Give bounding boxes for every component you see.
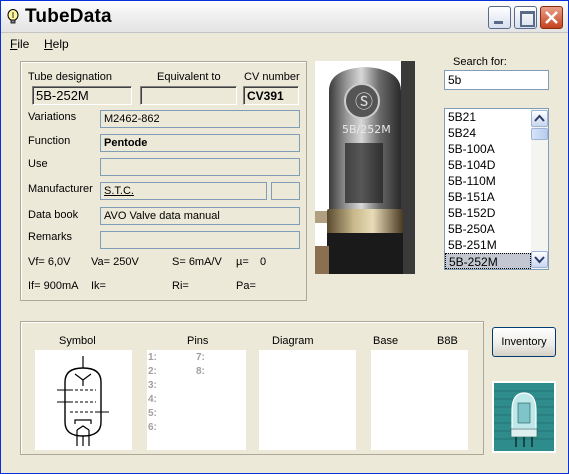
pin-label: 4: bbox=[148, 394, 157, 405]
use-field[interactable] bbox=[100, 158, 300, 176]
close-button[interactable] bbox=[540, 6, 563, 29]
svg-text:Ⓢ: Ⓢ bbox=[355, 92, 373, 113]
ik-value: Ik= bbox=[91, 280, 106, 292]
mu-label: µ= bbox=[236, 256, 249, 268]
pin-label: 5: bbox=[148, 408, 157, 419]
s-value: S= 6mA/V bbox=[172, 256, 222, 268]
list-item[interactable]: 5B-152D bbox=[445, 205, 531, 221]
scroll-up-button[interactable] bbox=[531, 110, 548, 127]
pa-value: Pa= bbox=[236, 280, 256, 292]
base-label: Base bbox=[373, 335, 399, 347]
ri-value: Ri= bbox=[172, 280, 189, 292]
diagram-label: Diagram bbox=[272, 335, 314, 347]
cv-number-label: CV number bbox=[244, 71, 300, 83]
pentode-symbol-icon bbox=[57, 356, 109, 446]
list-item[interactable]: 5B24 bbox=[445, 125, 531, 141]
list-item[interactable]: 5B-100A bbox=[445, 141, 531, 157]
diagram-box bbox=[259, 350, 356, 450]
manufacturer-field[interactable]: S.T.C. bbox=[100, 182, 267, 200]
scroll-down-button[interactable] bbox=[531, 251, 548, 268]
list-item[interactable]: 5B-250A bbox=[445, 221, 531, 237]
equivalent-label: Equivalent to bbox=[157, 71, 221, 83]
pin-label: 1: bbox=[148, 352, 157, 363]
manufacturer-extra-field[interactable] bbox=[271, 182, 300, 200]
pin-label: 7: bbox=[196, 352, 205, 363]
close-icon bbox=[545, 11, 558, 24]
use-label: Use bbox=[28, 158, 48, 170]
chevron-up-icon bbox=[534, 114, 545, 122]
equivalent-field[interactable] bbox=[140, 86, 237, 105]
va-value: Va= 250V bbox=[91, 256, 139, 268]
variations-label: Variations bbox=[28, 111, 77, 123]
manufacturer-label: Manufacturer bbox=[28, 183, 93, 195]
function-label: Function bbox=[28, 135, 71, 147]
tube-marking: 5B/252M bbox=[342, 123, 391, 136]
cv-number-field[interactable]: CV391 bbox=[243, 86, 299, 105]
inventory-button[interactable]: Inventory bbox=[492, 327, 556, 357]
if-value: If= 900mA bbox=[28, 280, 79, 292]
title-bar[interactable]: TubeData bbox=[1, 1, 568, 33]
databook-field[interactable]: AVO Valve data manual bbox=[100, 207, 300, 225]
chevron-down-icon bbox=[534, 256, 545, 264]
tube-photo: Ⓢ 5B/252M bbox=[315, 61, 415, 274]
pin-label: 2: bbox=[148, 366, 157, 377]
remarks-label: Remarks bbox=[28, 231, 73, 243]
list-item[interactable]: 5B-104D bbox=[445, 157, 531, 173]
function-field[interactable]: Pentode bbox=[100, 134, 300, 152]
menu-file[interactable]: File bbox=[10, 37, 29, 51]
scroll-thumb[interactable] bbox=[531, 128, 548, 140]
list-item-selected[interactable]: 5B-252M bbox=[445, 253, 531, 269]
pins-box: 1: 2: 3: 4: 5: 6: 7: 8: bbox=[147, 350, 246, 450]
tube-designation-label: Tube designation bbox=[28, 71, 112, 83]
app-window: TubeData File Help Tube designation Equi… bbox=[0, 0, 569, 474]
remarks-field[interactable] bbox=[100, 231, 300, 249]
pins-label: Pins bbox=[187, 335, 209, 347]
variations-field[interactable]: M2462-862 bbox=[100, 110, 300, 128]
tube-designation-field[interactable]: 5B-252M bbox=[32, 86, 132, 105]
symbol-box bbox=[35, 350, 132, 450]
pin-label: 6: bbox=[148, 422, 157, 433]
menu-help[interactable]: Help bbox=[44, 37, 69, 51]
minimize-button[interactable] bbox=[488, 6, 511, 29]
databook-label: Data book bbox=[28, 209, 79, 221]
base-value: B8B bbox=[437, 335, 458, 347]
tube-logo-icon bbox=[492, 381, 556, 453]
tubedata-logo bbox=[492, 381, 556, 453]
list-item[interactable]: 5B-251M bbox=[445, 237, 531, 253]
window-title: TubeData bbox=[25, 6, 112, 27]
list-item[interactable]: 5B21 bbox=[445, 109, 531, 125]
search-results-list[interactable]: 5B21 5B24 5B-100A 5B-104D 5B-110M 5B-151… bbox=[444, 108, 549, 270]
symbol-label: Symbol bbox=[59, 335, 96, 347]
list-item[interactable]: 5B-151A bbox=[445, 189, 531, 205]
list-scrollbar[interactable] bbox=[531, 109, 548, 269]
list-item[interactable]: 5B-110M bbox=[445, 173, 531, 189]
search-label: Search for: bbox=[453, 56, 507, 68]
tube-image: Ⓢ 5B/252M bbox=[315, 61, 415, 274]
pin-label: 3: bbox=[148, 380, 157, 391]
maximize-button[interactable] bbox=[514, 6, 537, 29]
pin-label: 8: bbox=[196, 366, 205, 377]
base-box bbox=[371, 350, 468, 450]
mu-value: 0 bbox=[260, 256, 267, 268]
vf-value: Vf= 6,0V bbox=[28, 256, 71, 268]
menu-bar: File Help bbox=[1, 34, 568, 53]
bulb-icon bbox=[7, 9, 19, 24]
search-input[interactable]: 5b bbox=[444, 70, 549, 90]
